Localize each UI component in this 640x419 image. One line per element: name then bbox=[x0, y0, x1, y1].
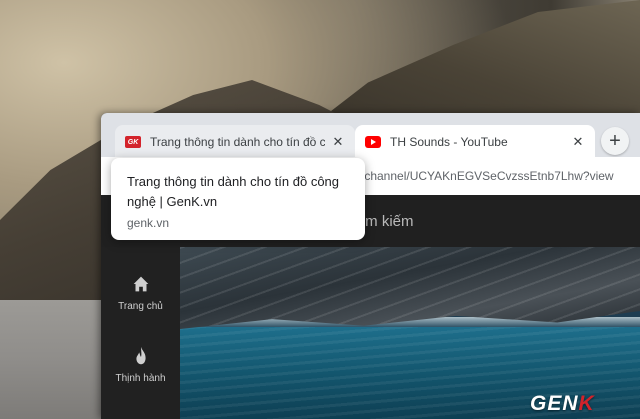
banner-rock bbox=[180, 247, 640, 329]
flame-icon bbox=[135, 346, 146, 365]
sidebar-item-label: Thịnh hành bbox=[115, 373, 166, 384]
sidebar-item-trending[interactable]: Thịnh hành bbox=[101, 345, 180, 384]
close-icon[interactable]: ✕ bbox=[571, 134, 585, 150]
youtube-sidebar: Trang chủ Thịnh hành bbox=[101, 247, 180, 419]
hover-card-title: Trang thông tin dành cho tín đồ công ngh… bbox=[127, 174, 340, 209]
youtube-favicon-icon bbox=[365, 136, 381, 148]
tab-strip: GK Trang thông tin dành cho tín đồ c ✕ T… bbox=[101, 113, 640, 159]
tab-title: TH Sounds - YouTube bbox=[390, 135, 508, 149]
tab-title: Trang thông tin dành cho tín đồ c bbox=[150, 135, 325, 149]
home-icon bbox=[133, 276, 148, 292]
genk-watermark-logo: GENK bbox=[530, 392, 595, 416]
tab-genk[interactable]: GK Trang thông tin dành cho tín đồ c ✕ bbox=[115, 125, 355, 159]
hover-card-domain: genk.vn bbox=[127, 216, 170, 230]
new-tab-button[interactable]: + bbox=[601, 127, 629, 155]
watermark-accent: K bbox=[578, 392, 595, 415]
close-icon[interactable]: ✕ bbox=[331, 134, 345, 150]
sidebar-item-label: Trang chủ bbox=[118, 301, 163, 312]
tab-youtube[interactable]: TH Sounds - YouTube ✕ bbox=[355, 125, 595, 159]
sidebar-item-home[interactable]: Trang chủ bbox=[101, 273, 180, 312]
genk-favicon-icon: GK bbox=[125, 136, 141, 148]
search-input[interactable]: ìm kiếm bbox=[361, 213, 414, 230]
tab-hover-card: Trang thông tin dành cho tín đồ công ngh… bbox=[111, 158, 365, 240]
watermark-text: GEN bbox=[530, 392, 579, 415]
